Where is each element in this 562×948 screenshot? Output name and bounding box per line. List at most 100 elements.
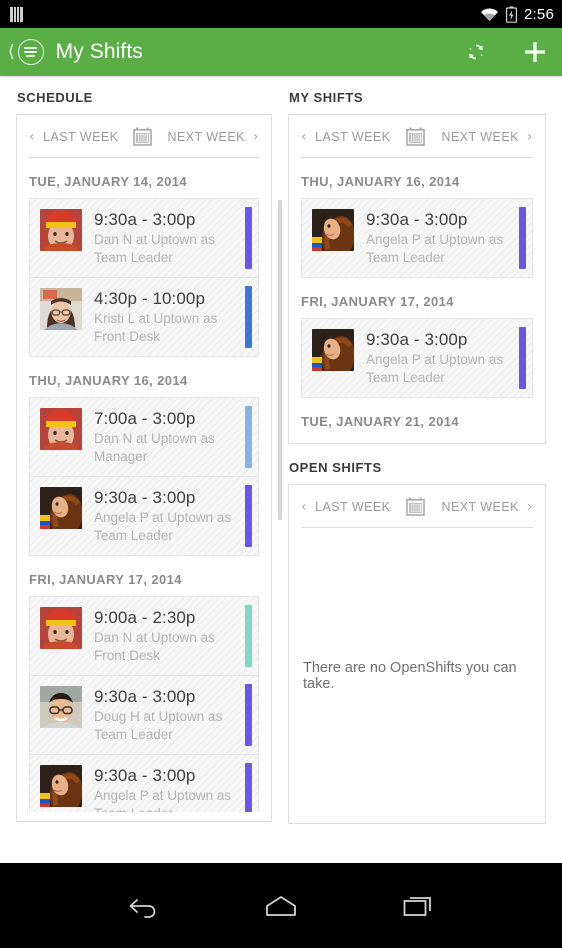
day-header: TUE, JANUARY 21, 2014 [289,398,545,434]
shift-color-bar [245,286,252,348]
battery-icon [506,5,517,23]
shift-time: 9:30a - 3:00p [366,330,468,349]
myshifts-panel: ‹ LAST WEEK NEXT WEEK › THU, JANUARY 16,… [288,114,546,444]
shift-row[interactable]: 7:00a - 3:00p Dan N at Uptown as Manager [30,398,258,477]
app-bar-actions [464,39,548,65]
shift-text: 9:30a - 3:00p Angela P at Uptown as Team … [366,329,532,387]
calendar-icon [406,497,426,516]
shift-text: 9:30a - 3:00p Angela P at Uptown as Team … [366,209,532,267]
shift-row[interactable]: 9:30a - 3:00p Angela P at Uptown as Team … [30,477,258,556]
nav-recents-button[interactable] [392,880,444,932]
shift-text: 9:30a - 3:00p Dan N at Uptown as Team Lea… [94,209,258,267]
chevron-right-icon: › [252,128,259,145]
day-header: THU, JANUARY 16, 2014 [29,373,188,388]
shift-row[interactable]: 4:30p - 10:00p Kristi L at Uptown as Fron… [30,278,258,357]
shift-text: 4:30p - 10:00p Kristi L at Uptown as Fron… [94,288,258,346]
myshifts-next-week-button[interactable]: NEXT WEEK › [441,130,533,144]
shift-row[interactable]: 9:30a - 3:00p Angela P at Uptown as Team … [30,755,258,812]
day-shift-group: 9:00a - 2:30p Dan N at Uptown as Front De… [29,596,259,812]
myshifts-last-week-button[interactable]: ‹ LAST WEEK [301,130,390,144]
up-navigation-button[interactable]: ⟨ [8,39,44,65]
nav-home-button[interactable] [255,880,307,932]
shift-time: 9:30a - 3:00p [94,766,196,785]
shift-description: Dan N at Uptown as Team Leader [94,232,215,265]
day-shift-group: 9:30a - 3:00p Dan N at Uptown as Team Lea… [29,198,259,357]
schedule-column: SCHEDULE ‹ LAST WEEK NEXT WEEK › TUE, JA… [16,90,282,863]
shift-description: Angela P at Uptown as Team Leader [94,510,232,543]
dan-n-avatar [40,408,82,450]
angela-p-avatar [40,765,82,807]
chevron-left-icon: ‹ [301,128,308,145]
schedule-scrollbar-thumb[interactable] [278,200,282,520]
schedule-panel: ‹ LAST WEEK NEXT WEEK › TUE, JANUARY 14,… [16,114,272,822]
myshifts-week-nav: ‹ LAST WEEK NEXT WEEK › [289,115,545,157]
angela-p-avatar [40,487,82,529]
shift-time: 9:30a - 3:00p [94,687,196,706]
next-week-label: NEXT WEEK [167,129,245,144]
status-bar-clock: 2:56 [524,5,554,23]
recents-icon [403,896,431,916]
right-column: MY SHIFTS ‹ LAST WEEK NEXT WEEK › THU, J… [288,90,546,863]
hamburger-circle-icon [17,39,44,65]
shift-text: 9:30a - 3:00p Angela P at Uptown as Team … [94,765,258,812]
schedule-list[interactable]: TUE, JANUARY 14, 2014 9:30a - 3:00p Dan N … [17,158,271,812]
day-shift-group: 7:00a - 3:00p Dan N at Uptown as Manager 9… [29,397,259,556]
schedule-section-title: SCHEDULE [17,90,93,105]
shift-time: 4:30p - 10:00p [94,289,206,308]
shift-description: Dan N at Uptown as Manager [94,431,215,464]
main-content: SCHEDULE ‹ LAST WEEK NEXT WEEK › TUE, JA… [0,76,562,863]
shift-time: 9:00a - 2:30p [94,608,196,627]
schedule-scrollbar[interactable] [278,90,282,863]
angela-p-avatar [312,329,354,371]
openshifts-week-nav: ‹ LAST WEEK NEXT WEEK › [289,485,545,527]
shift-color-bar [519,327,526,389]
shift-row[interactable]: 9:30a - 3:00p Dan N at Uptown as Team Lea… [30,199,258,278]
shift-text: 9:30a - 3:00p Angela P at Uptown as Team … [94,487,258,545]
shift-color-bar [245,605,252,667]
shift-time: 9:30a - 3:00p [94,488,196,507]
chevron-left-icon: ‹ [29,128,36,145]
chevron-left-icon: ‹ [301,498,308,515]
refresh-button[interactable] [464,40,488,64]
page-title: My Shifts [55,40,143,63]
last-week-label: LAST WEEK [43,129,119,144]
day-header: FRI, JANUARY 17, 2014 [301,294,454,309]
shift-description: Angela P at Uptown as Team Leader [94,788,232,812]
shift-row[interactable]: 9:00a - 2:30p Dan N at Uptown as Front De… [30,597,258,676]
last-week-label: LAST WEEK [315,129,391,144]
myshifts-list[interactable]: THU, JANUARY 16, 2014 9:30a - 3:00p Angela… [289,158,545,434]
schedule-calendar-button[interactable] [133,127,153,146]
chevron-right-icon: › [526,128,533,145]
myshifts-calendar-button[interactable] [406,127,426,146]
shift-text: 9:30a - 3:00p Doug H at Uptown as Team Le… [94,686,258,744]
schedule-last-week-button[interactable]: ‹ LAST WEEK [29,130,118,144]
shift-row[interactable]: 9:30a - 3:00p Angela P at Uptown as Team … [302,319,532,398]
nav-back-button[interactable] [118,880,170,932]
shift-color-bar [245,207,252,269]
myshifts-section-title: MY SHIFTS [289,90,364,105]
calendar-icon [133,127,153,146]
shift-time: 9:30a - 3:00p [366,210,468,229]
sim-card-icon [10,6,23,22]
status-bar: 2:56 [0,0,562,28]
shift-color-bar [245,684,252,746]
home-icon [266,895,296,916]
add-shift-button[interactable] [522,39,548,65]
schedule-next-week-button[interactable]: NEXT WEEK › [167,130,259,144]
shift-color-bar [245,406,252,468]
shift-description: Doug H at Uptown as Team Leader [94,709,223,742]
back-arrow-icon [129,898,156,918]
openshifts-next-week-button[interactable]: NEXT WEEK › [441,500,533,514]
shift-row[interactable]: 9:30a - 3:00p Angela P at Uptown as Team … [302,199,532,278]
openshifts-calendar-button[interactable] [406,497,426,516]
shift-text: 9:00a - 2:30p Dan N at Uptown as Front De… [94,607,258,665]
openshifts-body: There are no OpenShifts you can take. [289,528,545,823]
shift-row[interactable]: 9:30a - 3:00p Doug H at Uptown as Team Le… [30,676,258,755]
openshifts-panel: ‹ LAST WEEK NEXT WEEK › There are no Ope… [288,484,546,824]
openshifts-last-week-button[interactable]: ‹ LAST WEEK [301,500,390,514]
shift-color-bar [245,485,252,547]
openshifts-empty-message: There are no OpenShifts you can take. [303,659,517,692]
last-week-label: LAST WEEK [315,499,391,514]
android-nav-bar [0,863,562,948]
day-shift-group: 9:30a - 3:00p Angela P at Uptown as Team … [301,198,533,278]
